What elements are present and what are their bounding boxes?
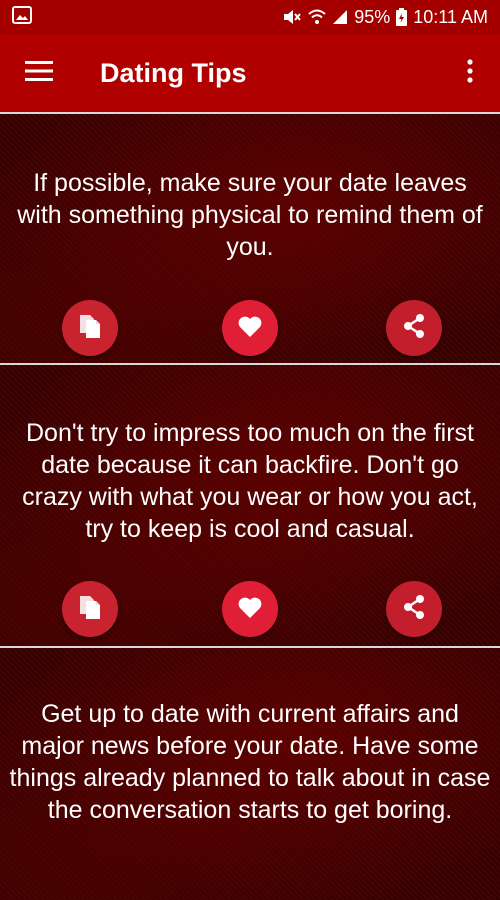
copy-button[interactable] [62, 300, 118, 356]
app-title: Dating Tips [100, 57, 247, 88]
wifi-icon [308, 9, 326, 25]
app-bar: Dating Tips [0, 34, 500, 112]
tip-text: Get up to date with current affairs and … [9, 700, 491, 824]
mute-icon [282, 8, 302, 26]
copy-button[interactable] [62, 581, 118, 637]
favorite-button[interactable] [222, 300, 278, 356]
heart-icon [237, 595, 263, 624]
hamburger-menu-icon [25, 60, 53, 86]
more-vertical-icon [467, 58, 473, 88]
battery-icon [396, 8, 408, 26]
tip-card: Don't try to impress too much on the fir… [0, 363, 500, 646]
tip-actions [0, 300, 500, 358]
battery-percent: 95% [354, 6, 391, 27]
copy-icon [75, 311, 105, 346]
tip-text: Don't try to impress too much on the fir… [22, 419, 478, 543]
tip-card: Get up to date with current affairs and … [0, 646, 500, 900]
clock: 10:11 AM [413, 6, 488, 27]
tips-list[interactable]: If possible, make sure your date leaves … [0, 112, 500, 900]
menu-button[interactable] [0, 34, 78, 112]
share-button[interactable] [386, 581, 442, 637]
status-bar: 95% 10:11 AM [0, 0, 500, 34]
heart-icon [237, 314, 263, 343]
share-icon [400, 593, 428, 626]
signal-icon [332, 9, 348, 25]
copy-icon [75, 592, 105, 627]
tip-actions [0, 581, 500, 639]
favorite-button[interactable] [222, 581, 278, 637]
share-button[interactable] [386, 300, 442, 356]
overflow-menu-button[interactable] [440, 34, 500, 112]
tip-card: If possible, make sure your date leaves … [0, 112, 500, 363]
tip-text: If possible, make sure your date leaves … [17, 169, 483, 261]
share-icon [400, 312, 428, 345]
image-icon [12, 5, 32, 29]
